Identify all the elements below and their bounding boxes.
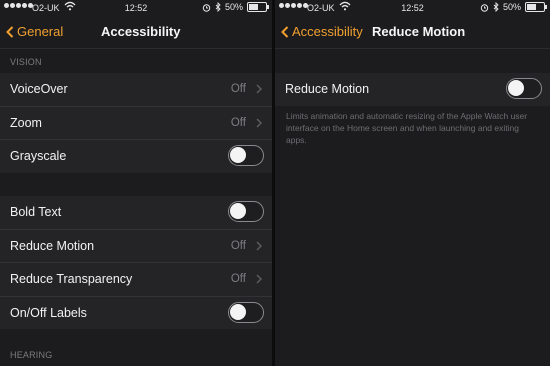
battery-icon <box>247 2 269 12</box>
nav-bar: Accessibility Reduce Motion <box>275 16 550 49</box>
row-label: On/Off Labels <box>10 305 87 320</box>
row-bold-text: Bold Text <box>0 196 272 230</box>
chevron-left-icon <box>281 25 289 38</box>
status-bar: O2-UK 12:52 50% <box>275 0 550 16</box>
bold-text-toggle[interactable] <box>228 201 264 222</box>
row-reduce-transparency[interactable]: Reduce Transparency Off <box>0 263 272 297</box>
settings-group: Reduce Motion <box>275 73 550 106</box>
reduce-motion-screen: O2-UK 12:52 50% Accessibility Reduce Mot… <box>275 0 550 366</box>
row-label: Reduce Transparency <box>10 272 133 286</box>
settings-group-2: Bold Text Reduce Motion Off Reduce Trans… <box>0 196 272 329</box>
toggle-knob <box>230 147 246 163</box>
section-header-hearing: HEARING <box>10 350 53 360</box>
row-reduce-motion: Reduce Motion <box>275 73 550 106</box>
row-reduce-motion[interactable]: Reduce Motion Off <box>0 230 272 263</box>
row-value: Off <box>230 83 246 95</box>
accessibility-screen: O2-UK 12:52 50% General Accessibility VI… <box>0 0 272 366</box>
row-label: Reduce Motion <box>285 82 370 96</box>
row-value: Off <box>230 239 246 252</box>
row-zoom[interactable]: Zoom Off <box>0 107 272 140</box>
reduce-motion-toggle[interactable] <box>506 78 542 99</box>
bluetooth-icon <box>215 2 221 12</box>
disclosure-chevron-icon <box>256 84 262 94</box>
chevron-left-icon <box>6 25 14 38</box>
on-off-labels-toggle[interactable] <box>228 301 264 323</box>
status-right: 50% <box>480 2 547 12</box>
disclosure-chevron-icon <box>256 274 262 284</box>
page-title: Accessibility <box>101 24 181 39</box>
back-button[interactable]: General <box>6 24 63 39</box>
toggle-knob <box>230 203 246 219</box>
disclosure-chevron-icon <box>256 118 262 127</box>
alarm-icon <box>480 3 489 12</box>
row-label: Reduce Motion <box>10 238 95 253</box>
nav-bar: General Accessibility <box>0 16 272 49</box>
battery-icon <box>525 2 547 12</box>
row-label: Zoom <box>10 115 42 130</box>
back-button-label: Accessibility <box>292 24 363 39</box>
disclosure-chevron-icon <box>256 241 262 250</box>
alarm-icon <box>202 3 211 12</box>
row-value: Off <box>230 116 246 129</box>
page-title: Reduce Motion <box>372 24 466 39</box>
toggle-knob <box>508 80 524 96</box>
row-voiceover[interactable]: VoiceOver Off <box>0 73 272 107</box>
row-label: VoiceOver <box>10 82 68 96</box>
battery-percent: 50% <box>224 2 243 12</box>
bluetooth-icon <box>493 2 499 12</box>
app-screen: O2-UK 12:52 50% General Accessibility VI… <box>0 0 550 366</box>
row-on-off-labels: On/Off Labels <box>0 297 272 330</box>
row-label: Bold Text <box>10 205 62 219</box>
section-header-vision: VISION <box>10 57 42 67</box>
back-button-label: General <box>17 24 64 39</box>
status-bar: O2-UK 12:52 50% <box>0 0 272 16</box>
toggle-knob <box>230 303 246 320</box>
row-grayscale: Grayscale <box>0 140 272 173</box>
row-label: Grayscale <box>10 149 67 163</box>
grayscale-toggle[interactable] <box>228 145 264 166</box>
row-value: Off <box>230 273 246 285</box>
battery-percent: 50% <box>502 2 521 12</box>
settings-group-1: VoiceOver Off Zoom Off Grayscale <box>0 73 272 173</box>
status-right: 50% <box>202 2 269 12</box>
back-button[interactable]: Accessibility <box>281 24 363 39</box>
reduce-motion-description: Limits animation and automatic resizing … <box>286 111 528 145</box>
